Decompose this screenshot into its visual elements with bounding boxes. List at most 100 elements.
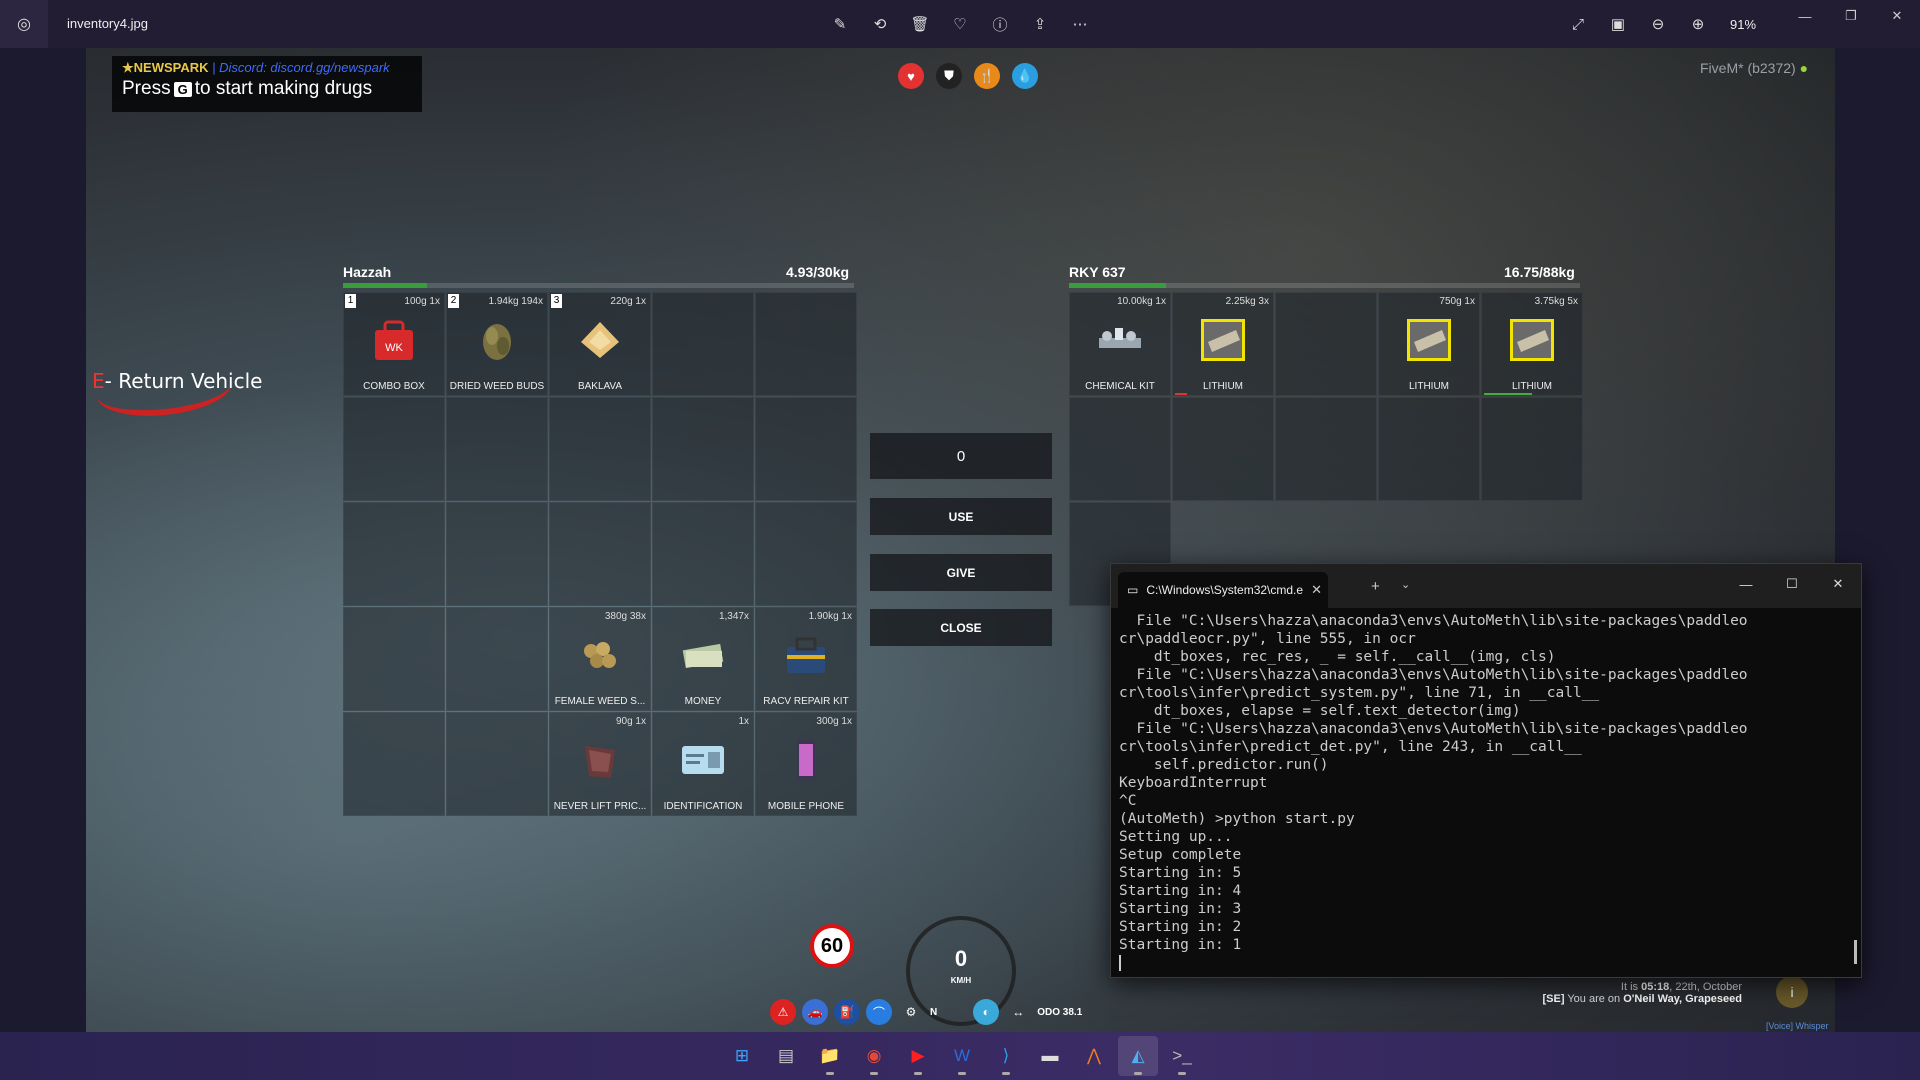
terminal-line: Setting up... — [1119, 829, 1233, 845]
player-inventory-slot[interactable]: 1x IDENTIFICATION — [652, 712, 754, 816]
running-indicator — [1002, 1072, 1010, 1075]
actual-size-icon[interactable]: ▣ — [1606, 12, 1630, 36]
player-inventory-slot[interactable] — [549, 502, 651, 606]
amount-input[interactable]: 0 — [870, 433, 1052, 479]
vehicle-inventory-grid: 10.00kg 1x CHEMICAL KIT 2.25kg 3x LITHIUM 75… — [1069, 292, 1583, 606]
item-durability-bar — [1175, 393, 1187, 395]
player-inventory-slot[interactable] — [755, 502, 857, 606]
terminal-output[interactable]: File "C:\Users\hazza\anaconda3\envs\Auto… — [1119, 612, 1849, 972]
lithium-icon — [1195, 315, 1251, 365]
minimize-icon[interactable]: — — [1782, 0, 1828, 32]
fivem-build: FiveM* (b2372) ● — [1700, 60, 1808, 76]
player-inventory-slot[interactable] — [652, 502, 754, 606]
slot-hotkey-number: 3 — [551, 294, 562, 308]
use-button[interactable]: USE — [870, 498, 1052, 535]
more-icon[interactable]: ⋯ — [1068, 12, 1092, 36]
player-inventory-slot[interactable] — [343, 502, 445, 606]
player-inventory-slot[interactable] — [446, 607, 548, 711]
player-inventory-slot[interactable]: 380g 38x FEMALE WEED S... — [549, 607, 651, 711]
player-inventory-slot[interactable]: 1,347x MONEY — [652, 607, 754, 711]
clock-location: It is 05:18, 22th, October [SE] You are … — [1502, 981, 1742, 1005]
vehicle-inventory-slot[interactable]: 10.00kg 1x CHEMICAL KIT — [1069, 292, 1171, 396]
terminal-icon[interactable]: >_ — [1162, 1036, 1202, 1076]
thirst-icon: 💧 — [1012, 63, 1038, 89]
phone-icon — [778, 735, 834, 785]
item-label: CHEMICAL KIT — [1085, 381, 1155, 392]
photos-icon[interactable]: ◭ — [1118, 1036, 1158, 1076]
terminal-window[interactable]: ▭ C:\Windows\System32\cmd.e ✕ + ⌄ — ☐ ✕ … — [1110, 563, 1862, 978]
word-icon[interactable]: W — [942, 1036, 982, 1076]
vehicle-inventory-slot[interactable]: 750g 1x LITHIUM — [1378, 292, 1480, 396]
terminal-close-icon[interactable]: ✕ — [1815, 572, 1861, 596]
vehicle-inventory-slot[interactable]: 3.75kg 5x LITHIUM — [1481, 292, 1583, 396]
vehicle-inventory-slot[interactable] — [1275, 292, 1377, 396]
player-inventory-slot[interactable] — [755, 292, 857, 396]
close-icon[interactable]: ✕ — [1874, 0, 1920, 32]
item-label: LITHIUM — [1203, 381, 1243, 392]
maximize-icon[interactable]: ❐ — [1828, 0, 1874, 32]
task-view-icon[interactable]: ▤ — [766, 1036, 806, 1076]
player-inventory-slot[interactable] — [343, 607, 445, 711]
player-inventory-slot[interactable] — [652, 292, 754, 396]
fullscreen-icon[interactable]: ⤢ — [1566, 12, 1590, 36]
player-inventory-slot[interactable]: 2 1.94kg 194x DRIED WEED BUDS — [446, 292, 548, 396]
player-inventory-slot[interactable] — [549, 397, 651, 501]
player-inventory-slot[interactable]: 300g 1x MOBILE PHONE — [755, 712, 857, 816]
player-inventory-slot[interactable]: 1.90kg 1x RACV REPAIR KIT — [755, 607, 857, 711]
terminal-line: dt_boxes, rec_res, _ = self.__call__(img… — [1119, 649, 1556, 665]
item-label: LITHIUM — [1512, 381, 1552, 392]
vscode-icon[interactable]: ⟩ — [986, 1036, 1026, 1076]
terminal-prompt-line[interactable] — [1119, 954, 1849, 972]
windows-start-icon[interactable]: ⊞ — [722, 1036, 762, 1076]
info-icon[interactable]: ⓘ — [988, 12, 1012, 36]
zoom-out-icon[interactable]: ⊖ — [1646, 12, 1670, 36]
share-icon[interactable]: ⇪ — [1028, 12, 1052, 36]
player-inventory-slot[interactable]: 3 220g 1x BAKLAVA — [549, 292, 651, 396]
terminal-minimize-icon[interactable]: — — [1723, 572, 1769, 596]
chrome-icon[interactable]: ◉ — [854, 1036, 894, 1076]
matlab-icon[interactable]: ⋀ — [1074, 1036, 1114, 1076]
edit-icon[interactable]: ✎ — [828, 12, 852, 36]
terminal-tabbar: ▭ C:\Windows\System32\cmd.e ✕ + ⌄ — ☐ ✕ — [1111, 564, 1861, 608]
slot-hotkey-number: 1 — [345, 294, 356, 308]
terminal-tab[interactable]: ▭ C:\Windows\System32\cmd.e ✕ — [1118, 572, 1328, 608]
favorite-icon[interactable]: ♡ — [948, 12, 972, 36]
player-inventory-grid: 1 100g 1x WK COMBO BOX 2 1.94kg 194x DRIED WEE… — [343, 292, 857, 816]
vehicle-inventory-slot[interactable] — [1378, 397, 1480, 501]
file-explorer-icon[interactable]: 📁 — [810, 1036, 850, 1076]
delete-icon[interactable]: 🗑 — [908, 12, 932, 36]
clock-date: , 22th, October — [1669, 981, 1742, 993]
youtube-music-icon[interactable]: ▶ — [898, 1036, 938, 1076]
player-inventory-slot[interactable]: 90g 1x NEVER LIFT PRIC... — [549, 712, 651, 816]
vehicle-inventory-slot[interactable]: 2.25kg 3x LITHIUM — [1172, 292, 1274, 396]
vehicle-inventory-slot[interactable] — [1275, 397, 1377, 501]
player-inventory-slot[interactable]: 1 100g 1x WK COMBO BOX — [343, 292, 445, 396]
new-tab-icon[interactable]: + — [1371, 578, 1380, 595]
vehicle-inventory-slot[interactable] — [1069, 397, 1171, 501]
hint-key: G — [173, 82, 192, 97]
terminal-maximize-icon[interactable]: ☐ — [1769, 572, 1815, 596]
item-label: FEMALE WEED S... — [554, 696, 646, 707]
vehicle-weight-fill — [1069, 283, 1167, 288]
status-icons: ♥ ⛊ 🍴 💧 — [898, 63, 1038, 89]
player-inventory-slot[interactable] — [446, 397, 548, 501]
tab-close-icon[interactable]: ✕ — [1311, 582, 1322, 598]
player-inventory-slot[interactable] — [755, 397, 857, 501]
app-icon[interactable]: ▬ — [1030, 1036, 1070, 1076]
player-inventory-slot[interactable] — [343, 712, 445, 816]
player-inventory-slot[interactable] — [446, 712, 548, 816]
taskbar-apps: ⊞ ▤ 📁 ◉ ▶ W ⟩ ▬ ⋀ ◭ >_ — [722, 1036, 1202, 1076]
photos-app-icon[interactable]: ◎ — [0, 0, 48, 48]
tab-dropdown-icon[interactable]: ⌄ — [1401, 578, 1410, 591]
rotate-icon[interactable]: ⟲ — [868, 12, 892, 36]
terminal-scrollbar[interactable] — [1854, 940, 1857, 964]
armor-icon: ⛊ — [936, 63, 962, 89]
vehicle-inventory-slot[interactable] — [1172, 397, 1274, 501]
player-inventory-slot[interactable] — [343, 397, 445, 501]
player-inventory-slot[interactable] — [652, 397, 754, 501]
close-button[interactable]: CLOSE — [870, 609, 1052, 646]
give-button[interactable]: GIVE — [870, 554, 1052, 591]
vehicle-inventory-slot[interactable] — [1481, 397, 1583, 501]
zoom-in-icon[interactable]: ⊕ — [1686, 12, 1710, 36]
player-inventory-slot[interactable] — [446, 502, 548, 606]
